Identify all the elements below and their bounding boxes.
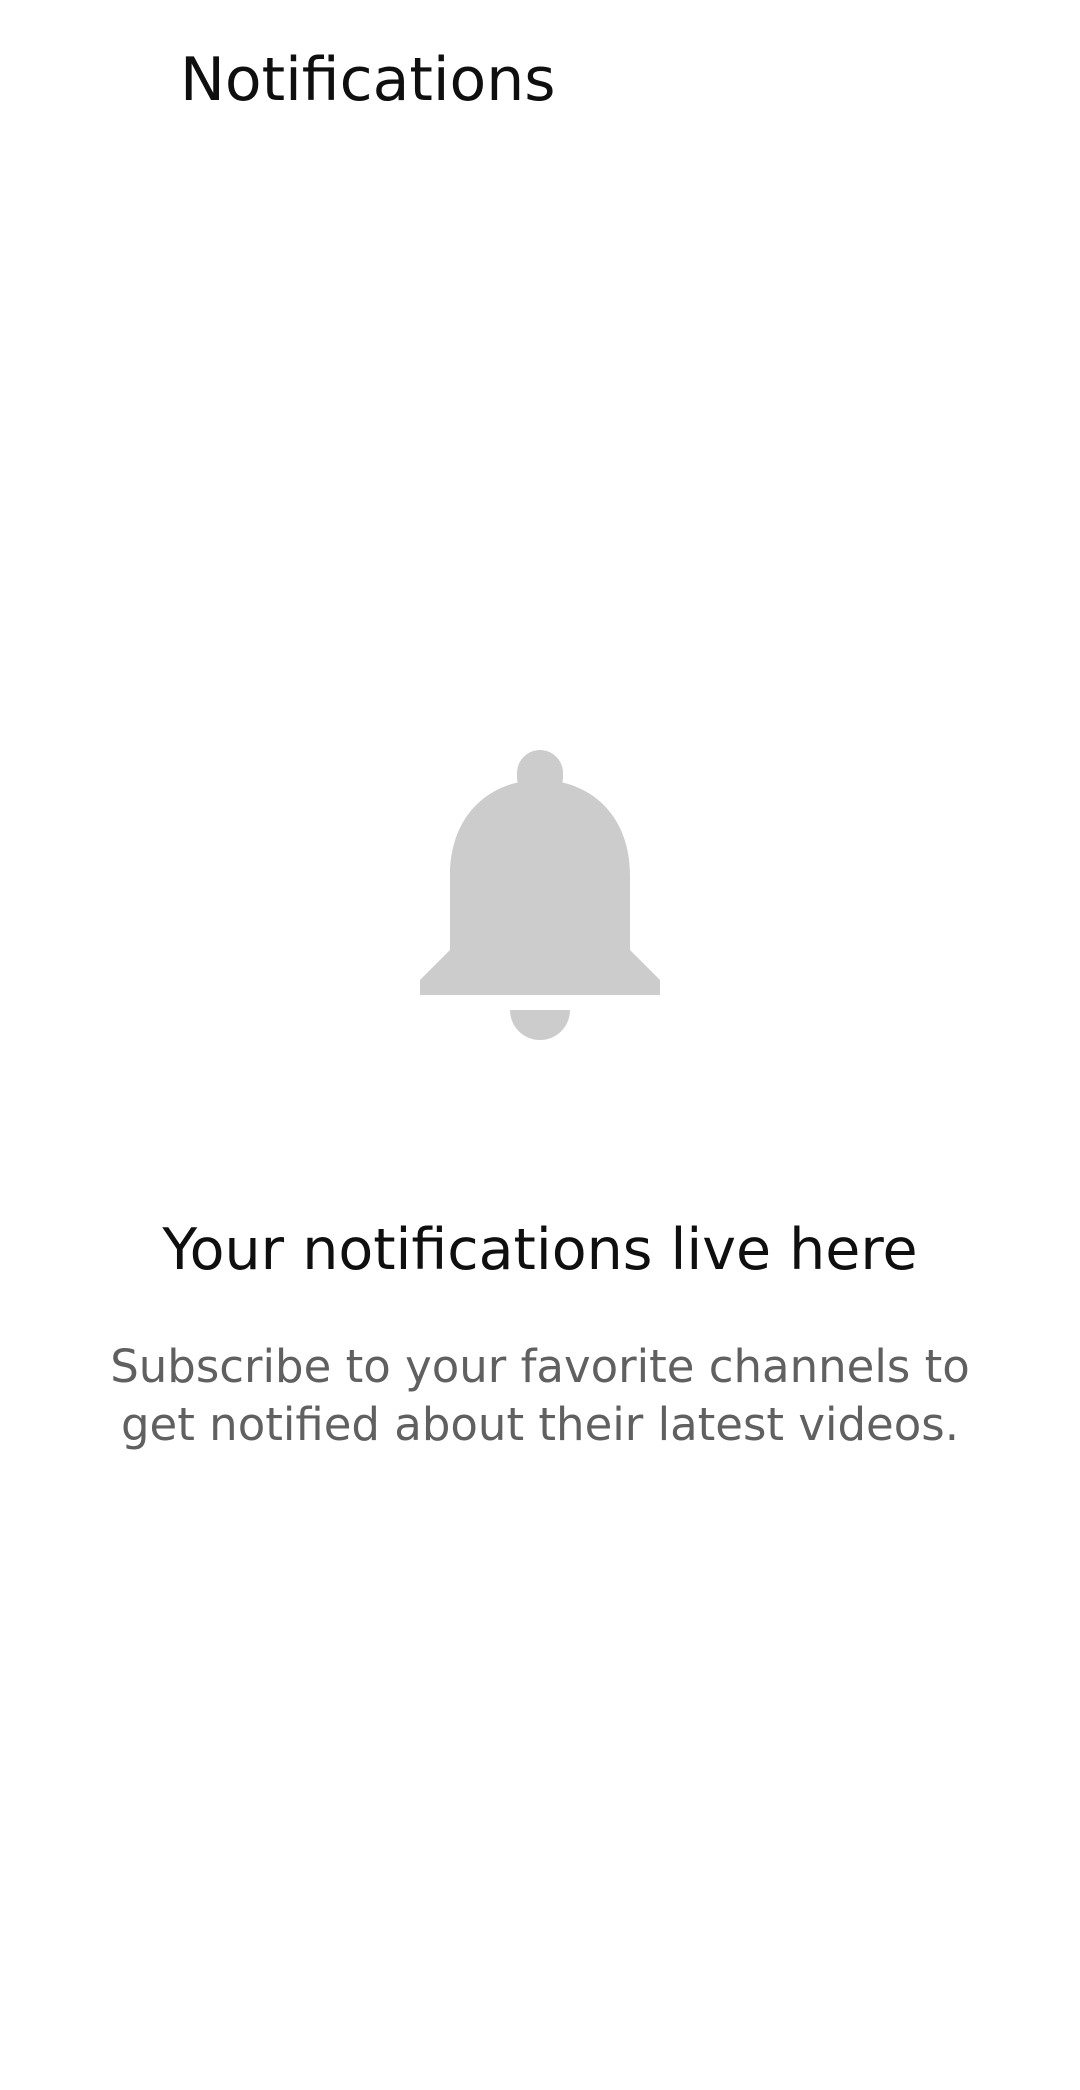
- bell-icon: [420, 750, 660, 1040]
- empty-state-subtitle: Subscribe to your favorite channels to g…: [110, 1340, 970, 1451]
- empty-state-title: Your notifications live here: [162, 1217, 918, 1283]
- back-button[interactable]: [20, 30, 140, 130]
- page-title: Notifications: [180, 45, 556, 115]
- app-header: Notifications: [0, 0, 1080, 160]
- notifications-screen: Notifications Your notifications live he…: [0, 0, 1080, 2090]
